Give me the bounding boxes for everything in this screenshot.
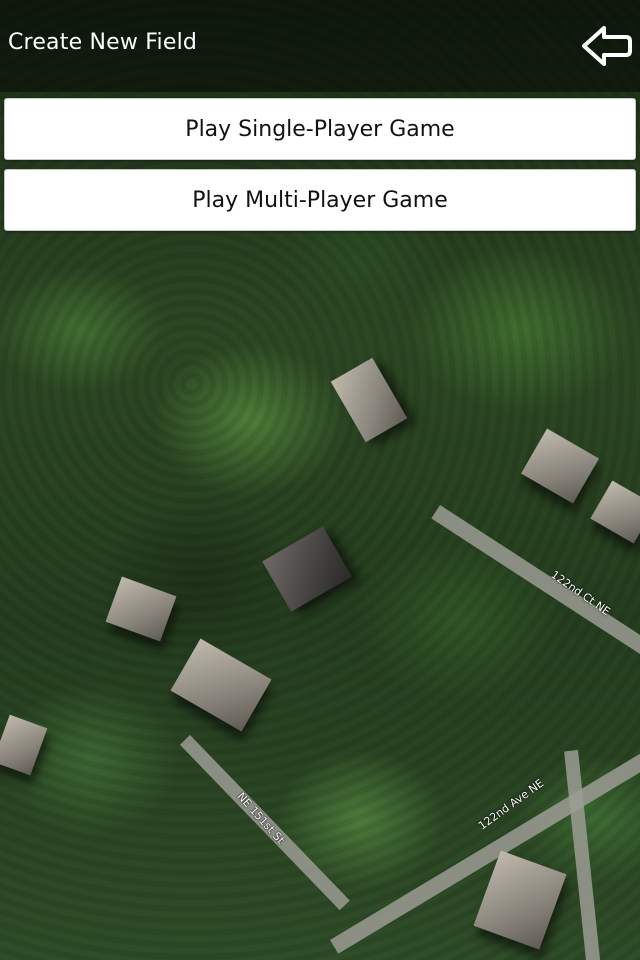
play-single-player-label: Play Single-Player Game xyxy=(185,116,455,142)
play-multi-player-label: Play Multi-Player Game xyxy=(192,187,448,213)
top-header-bar: Create New Field xyxy=(0,0,640,92)
app-screen: 122nd Ct NE 122nd Ave NE NE 151st St Cre… xyxy=(0,0,640,960)
play-single-player-button[interactable]: Play Single-Player Game xyxy=(4,98,636,160)
back-button[interactable] xyxy=(580,22,634,70)
play-multi-player-button[interactable]: Play Multi-Player Game xyxy=(4,169,636,231)
page-title: Create New Field xyxy=(8,30,198,55)
back-arrow-icon xyxy=(582,26,632,66)
